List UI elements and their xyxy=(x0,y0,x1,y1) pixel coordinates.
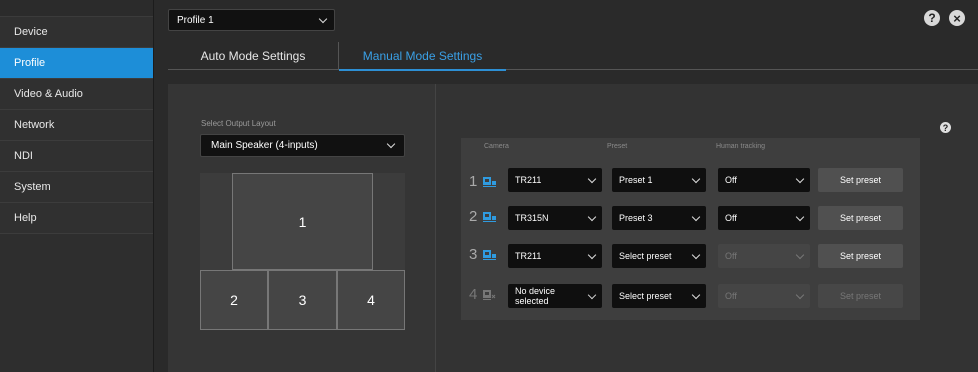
close-icon[interactable]: × xyxy=(949,10,965,26)
tracking-select[interactable]: Off xyxy=(718,168,810,192)
preset-select-value: Select preset xyxy=(619,291,672,301)
tracking-select: Off xyxy=(718,284,810,308)
layout-cell-number: 1 xyxy=(298,213,307,230)
camera-select[interactable]: No device selected xyxy=(508,284,602,308)
output-layout-select[interactable]: Main Speaker (4-inputs) xyxy=(200,134,405,157)
chevron-down-icon xyxy=(795,174,805,183)
layout-cell-number: 4 xyxy=(367,292,375,308)
close-icon-glyph: × xyxy=(953,10,961,26)
chevron-down-icon xyxy=(587,174,597,183)
set-preset-button: Set preset xyxy=(818,284,903,308)
layout-cell-2[interactable]: 2 xyxy=(200,270,268,330)
sidebar-item-label: System xyxy=(14,181,51,193)
set-preset-button[interactable]: Set preset xyxy=(818,244,903,268)
active-tab-underline xyxy=(339,69,506,71)
chevron-down-icon xyxy=(318,14,328,23)
sidebar-item-video-audio[interactable]: Video & Audio xyxy=(0,79,153,110)
chevron-down-icon xyxy=(691,174,701,183)
layout-preview: 1 2 3 4 xyxy=(200,173,405,330)
chevron-down-icon xyxy=(691,290,701,299)
preset-select-value: Preset 1 xyxy=(619,175,653,185)
profile-select[interactable]: Profile 1 xyxy=(168,9,335,31)
row-number: 4 xyxy=(469,286,478,303)
camera-select-value: TR211 xyxy=(515,175,542,185)
profile-select-value: Profile 1 xyxy=(177,14,214,26)
chevron-down-icon xyxy=(795,250,805,259)
chevron-down-icon xyxy=(587,212,597,221)
sidebar: Device Profile Video & Audio Network NDI… xyxy=(0,0,154,372)
preset-select[interactable]: Preset 3 xyxy=(612,206,706,230)
camera-select[interactable]: TR211 xyxy=(508,168,602,192)
set-preset-button[interactable]: Set preset xyxy=(818,168,903,192)
layout-cell-3[interactable]: 3 xyxy=(268,270,337,330)
sidebar-item-label: Network xyxy=(14,119,55,131)
chevron-down-icon xyxy=(386,139,396,149)
chevron-down-icon xyxy=(691,250,701,259)
camera-select-value: TR211 xyxy=(515,251,542,261)
camera-disconnected-icon xyxy=(483,290,496,300)
tracking-select: Off xyxy=(718,244,810,268)
sidebar-top-strip xyxy=(0,0,153,17)
row-number: 2 xyxy=(469,208,478,225)
help-icon-glyph: ? xyxy=(942,122,949,133)
tracking-select-value: Off xyxy=(725,251,737,261)
sidebar-item-label: NDI xyxy=(14,150,33,162)
column-header-preset: Preset xyxy=(607,143,628,150)
tab-auto-mode[interactable]: Auto Mode Settings xyxy=(168,42,338,70)
sidebar-item-ndi[interactable]: NDI xyxy=(0,141,153,172)
sidebar-item-device[interactable]: Device xyxy=(0,17,153,48)
help-icon-glyph: ? xyxy=(928,11,936,25)
camera-connected-icon xyxy=(483,250,496,260)
tab-label: Auto Mode Settings xyxy=(200,49,306,63)
sidebar-item-network[interactable]: Network xyxy=(0,110,153,141)
sidebar-item-label: Help xyxy=(14,212,37,224)
chevron-down-icon xyxy=(795,290,805,299)
sidebar-item-label: Device xyxy=(14,26,48,38)
chevron-down-icon xyxy=(795,212,805,221)
tab-manual-mode[interactable]: Manual Mode Settings xyxy=(338,42,506,71)
preset-select-value: Preset 3 xyxy=(619,213,653,223)
output-layout-value: Main Speaker (4-inputs) xyxy=(211,140,318,151)
chevron-down-icon xyxy=(587,250,597,259)
sidebar-item-help[interactable]: Help xyxy=(0,203,153,234)
camera-select[interactable]: TR211 xyxy=(508,244,602,268)
layout-cell-number: 3 xyxy=(298,292,307,308)
row-number: 1 xyxy=(469,173,478,190)
tracking-select-value: Off xyxy=(725,213,737,223)
help-icon[interactable]: ? xyxy=(924,10,940,26)
sidebar-item-label: Video & Audio xyxy=(14,88,83,100)
row-number: 3 xyxy=(469,246,478,263)
layout-cell-main[interactable]: 1 xyxy=(232,173,373,270)
camera-connected-icon xyxy=(483,212,496,222)
sidebar-item-label: Profile xyxy=(14,57,46,69)
tracking-select[interactable]: Off xyxy=(718,206,810,230)
chevron-down-icon xyxy=(691,212,701,221)
camera-connected-icon xyxy=(483,177,496,187)
tracking-select-value: Off xyxy=(725,175,737,185)
sidebar-item-system[interactable]: System xyxy=(0,172,153,203)
camera-select-value: TR315N xyxy=(515,213,549,223)
layout-cell-number: 2 xyxy=(230,292,238,308)
layout-cell-4[interactable]: 4 xyxy=(337,270,405,330)
app-window: Device Profile Video & Audio Network NDI… xyxy=(0,0,978,372)
preset-select[interactable]: Select preset xyxy=(612,284,706,308)
camera-select-value: No device selected xyxy=(515,286,556,306)
mode-tabs: Auto Mode Settings Manual Mode Settings xyxy=(168,42,978,71)
column-header-tracking: Human tracking xyxy=(716,143,766,150)
preset-select[interactable]: Select preset xyxy=(612,244,706,268)
sidebar-item-profile[interactable]: Profile xyxy=(0,48,153,79)
column-header-camera: Camera xyxy=(484,143,509,150)
help-icon[interactable]: ? xyxy=(940,122,951,133)
set-preset-button[interactable]: Set preset xyxy=(818,206,903,230)
tracking-select-value: Off xyxy=(725,291,737,301)
camera-select[interactable]: TR315N xyxy=(508,206,602,230)
tab-label: Manual Mode Settings xyxy=(362,49,483,63)
output-layout-label: Select Output Layout xyxy=(201,119,276,128)
preset-select[interactable]: Preset 1 xyxy=(612,168,706,192)
preset-select-value: Select preset xyxy=(619,251,672,261)
